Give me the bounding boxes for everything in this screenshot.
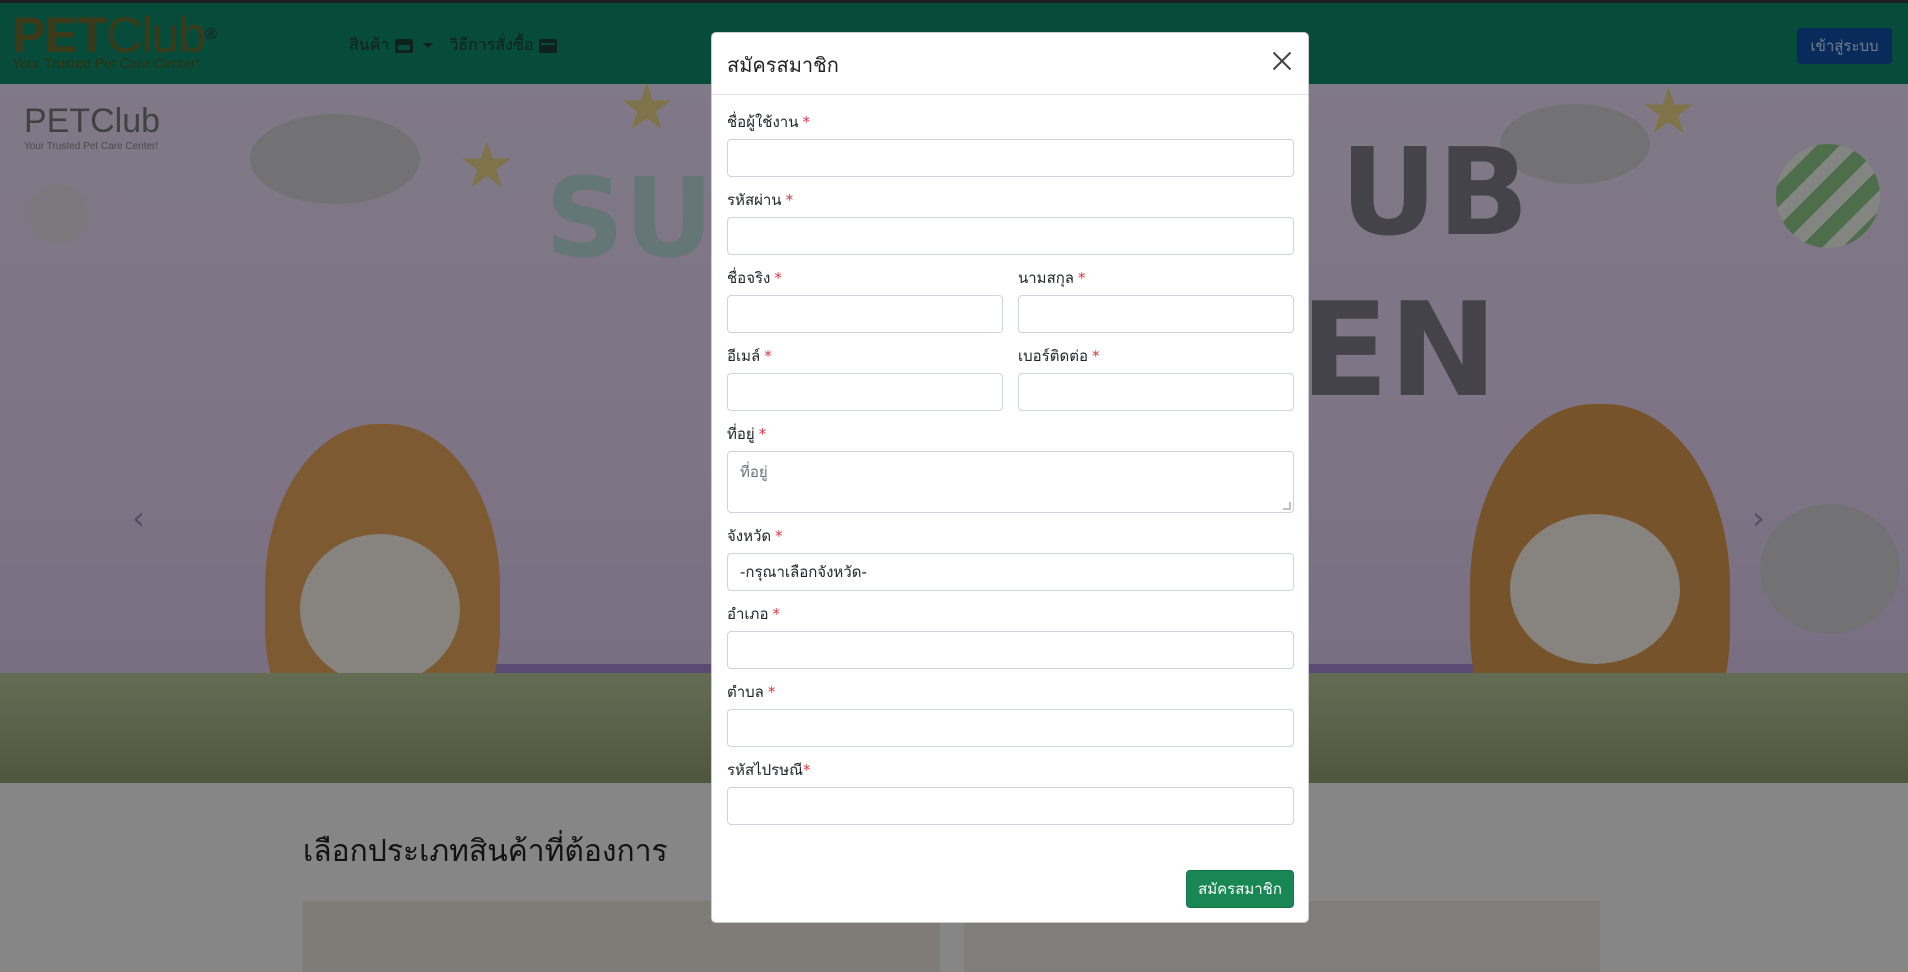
address-textarea[interactable]	[727, 451, 1294, 513]
email-label: อีเมล์ *	[727, 347, 772, 365]
postcode-input[interactable]	[727, 787, 1294, 825]
subdistrict-input[interactable]	[727, 709, 1294, 747]
postcode-label: รหัสไปรษณี*	[727, 761, 811, 779]
phone-group: เบอร์ติดต่อ *	[1018, 345, 1294, 411]
modal-header: สมัครสมาชิก	[712, 33, 1308, 95]
register-modal: สมัครสมาชิก ชื่อผู้ใช้งาน * รหัสผ่าน * ชื่…	[711, 32, 1309, 923]
email-group: อีเมล์ *	[727, 345, 1003, 411]
first-name-label: ชื่อจริง *	[727, 269, 782, 287]
last-name-group: นามสกุล *	[1018, 267, 1294, 333]
password-group: รหัสผ่าน *	[727, 189, 1294, 255]
district-label: อำเภอ *	[727, 605, 780, 623]
province-select[interactable]: -กรุณาเลือกจังหวัด-	[727, 553, 1294, 591]
username-label: ชื่อผู้ใช้งาน *	[727, 113, 810, 131]
password-input[interactable]	[727, 217, 1294, 255]
last-name-input[interactable]	[1018, 295, 1294, 333]
address-label: ที่อยู่ *	[727, 425, 767, 443]
password-label: รหัสผ่าน *	[727, 191, 794, 209]
first-name-group: ชื่อจริง *	[727, 267, 1003, 333]
modal-title: สมัครสมาชิก	[727, 53, 839, 77]
province-group: จังหวัด * -กรุณาเลือกจังหวัด-	[727, 525, 1294, 591]
district-group: อำเภอ *	[727, 603, 1294, 669]
register-submit-button[interactable]: สมัครสมาชิก	[1186, 870, 1294, 908]
first-name-input[interactable]	[727, 295, 1003, 333]
username-input[interactable]	[727, 139, 1294, 177]
close-icon[interactable]	[1270, 49, 1294, 73]
subdistrict-group: ตำบล *	[727, 681, 1294, 747]
province-label: จังหวัด *	[727, 527, 783, 545]
district-input[interactable]	[727, 631, 1294, 669]
postcode-group: รหัสไปรษณี*	[727, 759, 1294, 825]
last-name-label: นามสกุล *	[1018, 269, 1086, 287]
resize-grip-icon[interactable]	[1283, 502, 1291, 510]
address-group: ที่อยู่ *	[727, 423, 1294, 513]
phone-label: เบอร์ติดต่อ *	[1018, 347, 1100, 365]
subdistrict-label: ตำบล *	[727, 683, 776, 701]
username-group: ชื่อผู้ใช้งาน *	[727, 111, 1294, 177]
phone-input[interactable]	[1018, 373, 1294, 411]
email-input[interactable]	[727, 373, 1003, 411]
